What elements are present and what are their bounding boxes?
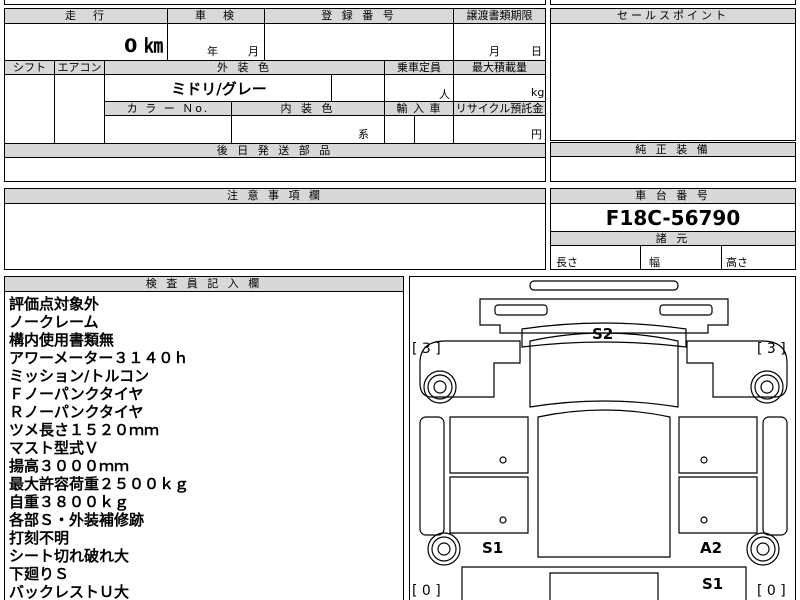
inspector-note-line: ツメ長さ１５２０ｍｍ xyxy=(9,421,160,439)
inspector-note-line: アワーメーター３１４０ｈ xyxy=(9,349,189,367)
inspector-box: 検 査 員 記 入 欄 評価点対象外 ノークレーム 構内使用書類無 アワーメーター３１… xyxy=(4,276,404,600)
length-label: 長さ xyxy=(556,256,578,269)
transfer-day-unit: 日 xyxy=(531,45,542,58)
height-label: 高さ xyxy=(726,256,748,269)
inspector-note-line: シート切れ破れ大 xyxy=(9,547,130,565)
inspector-note-line: 各部Ｓ・外装補修跡 xyxy=(9,511,145,529)
interior-color-header: 内 装 色 xyxy=(231,102,384,116)
diagram-label-s2: S2 xyxy=(592,325,614,343)
aircon-header: エアコン xyxy=(54,61,104,75)
inspector-note-line: マスト型式Ｖ xyxy=(9,439,100,457)
chassis-number: F18C-56790 xyxy=(605,206,741,230)
tread-front-left: [ 3 ] xyxy=(412,341,441,357)
inspector-note-line: ノークレーム xyxy=(9,313,99,331)
capacity-header: 乗車定員 xyxy=(384,61,453,75)
max-load-header: 最大積載量 xyxy=(453,61,545,75)
inspector-note-line: 自重３８００ｋｇ xyxy=(9,493,130,511)
inspector-note-line: 構内使用書類無 xyxy=(9,331,115,349)
inspector-notes-list: 評価点対象外 ノークレーム 構内使用書類無 アワーメーター３１４０ｈ ミッション/トルコ… xyxy=(9,295,189,600)
genuine-equipment-box: 純 正 装 備 xyxy=(550,142,796,182)
diagram-label-s1-bottom: S1 xyxy=(702,575,724,593)
sales-point-header: セールスポイント xyxy=(551,9,795,24)
notes-header: 注 意 事 項 欄 xyxy=(5,189,545,204)
inspector-note-line: 最大許容荷重２５００ｋｇ xyxy=(9,475,190,493)
shaken-month-unit: 月 xyxy=(248,45,259,58)
registration-header: 登 録 番 号 xyxy=(264,9,453,24)
genuine-equipment-header: 純 正 装 備 xyxy=(551,143,795,157)
inspector-note-line: Ｒノーパンクタイヤ xyxy=(9,403,144,421)
top-cutoff-strip-right xyxy=(550,0,796,5)
sales-point-box: セールスポイント xyxy=(550,8,796,141)
later-parts-header: 後 日 発 送 部 品 xyxy=(5,144,545,158)
inspector-header: 検 査 員 記 入 欄 xyxy=(5,277,403,292)
width-label: 幅 xyxy=(649,256,660,269)
inspector-note-line: 評価点対象外 xyxy=(9,295,100,313)
inspector-note-line: 下廻りＳ xyxy=(9,565,70,583)
color-no-header: カ ラ ー Ｎo. xyxy=(105,102,231,116)
shaken-year-unit: 年 xyxy=(207,45,218,58)
inspector-note-line: バックレストＵ大 xyxy=(9,583,130,600)
exterior-color-value: ミドリ/グレー xyxy=(171,80,267,98)
inspector-note-line: ミッション/トルコン xyxy=(9,367,150,385)
exterior-color-header: 外 装 色 xyxy=(104,61,384,75)
diagram-label-a2: A2 xyxy=(700,539,723,557)
recycle-header: リサイクル預託金 xyxy=(453,102,545,116)
shaken-header: 車 検 xyxy=(167,9,264,24)
dims-header: 諸 元 xyxy=(551,231,795,246)
max-load-unit: kg xyxy=(531,86,545,99)
shift-header: シフト xyxy=(5,61,54,75)
transfer-month-unit: 月 xyxy=(489,45,500,58)
transfer-deadline-header: 譲渡書類期限 xyxy=(453,9,545,24)
vehicle-diagram-box: S2 S1 A2 S1 [ 3 ] [ 3 ] [ 0 ] [ 0 ] xyxy=(409,276,796,600)
top-cutoff-strip xyxy=(4,0,546,5)
recycle-unit: 円 xyxy=(531,128,542,141)
mileage-value: 0 ㎞ xyxy=(124,35,163,57)
mileage-header: 走 行 xyxy=(5,9,167,24)
vehicle-info-table: 走 行 車 検 登 録 番 号 譲渡書類期限 0 ㎞ 年 月 月 日 シフト エ… xyxy=(4,8,546,182)
inspector-note-line: 揚高３０００ｍｍ xyxy=(9,457,130,475)
chassis-box: 車 台 番 号 F18C-56790 諸 元 長さ 幅 高さ xyxy=(550,188,796,270)
inspector-note-line: Ｆノーパンクタイヤ xyxy=(9,385,144,403)
notes-box: 注 意 事 項 欄 xyxy=(4,188,546,270)
tread-front-right: [ 3 ] xyxy=(757,341,786,357)
interior-suffix: 系 xyxy=(358,128,369,141)
capacity-unit: 人 xyxy=(439,88,450,101)
chassis-header: 車 台 番 号 xyxy=(551,189,795,204)
inspector-note-line: 打刻不明 xyxy=(9,529,70,547)
tread-rear-right: [ 0 ] xyxy=(757,583,786,599)
import-header: 輸 入 車 xyxy=(384,102,453,116)
diagram-label-s1-left: S1 xyxy=(482,539,504,557)
tread-rear-left: [ 0 ] xyxy=(412,583,441,599)
